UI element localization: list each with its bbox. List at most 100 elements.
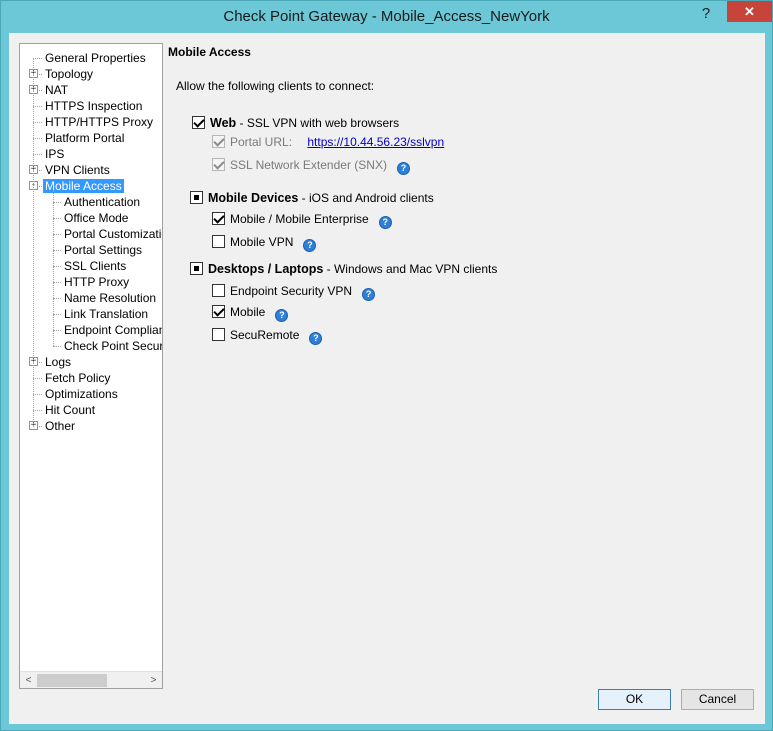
tree-item-label: Link Translation (64, 307, 149, 321)
tree-horizontal-scrollbar[interactable]: < > (20, 671, 162, 688)
mobile-option[interactable]: Mobile? (212, 304, 289, 322)
endpoint-security-vpn-option[interactable]: Endpoint Security VPN? (212, 283, 376, 301)
ok-button[interactable]: OK (598, 689, 671, 710)
help-button[interactable]: ? (691, 4, 721, 24)
tree-item[interactable]: Mobile Access (43, 178, 124, 194)
web-checkbox[interactable] (192, 116, 205, 129)
mobile-devices-description: - iOS and Android clients (298, 191, 434, 205)
desktops-description: - Windows and Mac VPN clients (323, 262, 498, 276)
tree-item[interactable]: NAT (43, 82, 70, 98)
tree-item-label: General Properties (45, 51, 146, 65)
tree-item[interactable]: Link Translation (62, 306, 150, 322)
tree-connector (33, 154, 42, 155)
tree-item-label: Logs (45, 355, 72, 369)
tree-item-label: VPN Clients (45, 163, 110, 177)
tree-item-label: Portal Customizatio (64, 227, 163, 241)
tree-item[interactable]: Hit Count (43, 402, 97, 418)
tree-item-label: Check Point Secur (64, 339, 163, 353)
portal-url-option: Portal URL: https://10.44.56.23/sslvpn (212, 134, 444, 150)
page-title: Mobile Access (168, 45, 251, 59)
endpoint-security-vpn-label: Endpoint Security VPN (230, 284, 353, 298)
help-icon[interactable]: ? (303, 239, 317, 252)
tree-connector (33, 122, 42, 123)
dialog-body: < > General Properties Topology + NAT + HTTPS… (9, 33, 765, 724)
web-option[interactable]: Web - SSL VPN with web browsers (192, 115, 399, 131)
tree-item[interactable]: General Properties (43, 50, 148, 66)
web-description: - SSL VPN with web browsers (236, 116, 400, 130)
help-icon[interactable]: ? (275, 309, 289, 322)
mobile-devices-option[interactable]: Mobile Devices - iOS and Android clients (190, 190, 434, 206)
tree-item[interactable]: Endpoint Complian (62, 322, 163, 338)
securemote-label: SecuRemote (230, 328, 300, 342)
securemote-option[interactable]: SecuRemote? (212, 327, 323, 345)
cancel-button[interactable]: Cancel (681, 689, 754, 710)
tree-item-label: Name Resolution (64, 291, 157, 305)
navigation-tree[interactable]: < > General Properties Topology + NAT + HTTPS… (19, 43, 163, 689)
help-icon[interactable]: ? (309, 332, 323, 345)
scroll-left-arrow-icon[interactable]: < (20, 672, 37, 688)
tree-item[interactable]: HTTP Proxy (62, 274, 131, 290)
desktops-label: Desktops / Laptops (208, 262, 324, 276)
tree-item[interactable]: Office Mode (62, 210, 130, 226)
portal-url-link[interactable]: https://10.44.56.23/sslvpn (307, 135, 444, 149)
mobile-vpn-checkbox[interactable] (212, 235, 225, 248)
tree-item[interactable]: Portal Settings (62, 242, 144, 258)
tree-connector (53, 282, 61, 283)
tree-item[interactable]: Optimizations (43, 386, 120, 402)
tree-item-label: Office Mode (64, 211, 129, 225)
tree-connector (53, 314, 61, 315)
mobile-devices-label: Mobile Devices (208, 191, 299, 205)
tree-item[interactable]: Fetch Policy (43, 370, 112, 386)
tree-item[interactable]: VPN Clients (43, 162, 112, 178)
tree-item-label: Endpoint Complian (64, 323, 163, 337)
securemote-checkbox[interactable] (212, 328, 225, 341)
tree-connector (33, 410, 42, 411)
tree-item[interactable]: Other (43, 418, 77, 434)
tree-item[interactable]: Check Point Secur (62, 338, 163, 354)
mobile-checkbox[interactable] (212, 305, 225, 318)
tree-connector (33, 58, 34, 426)
scroll-right-arrow-icon[interactable]: > (145, 672, 162, 688)
tree-item[interactable]: Portal Customizatio (62, 226, 163, 242)
endpoint-security-vpn-checkbox[interactable] (212, 284, 225, 297)
tree-item[interactable]: HTTPS Inspection (43, 98, 144, 114)
tree-item-label: Platform Portal (45, 131, 125, 145)
mobile-enterprise-option[interactable]: Mobile / Mobile Enterprise? (212, 211, 392, 229)
scrollbar-thumb[interactable] (37, 674, 107, 687)
tree-connector (53, 298, 61, 299)
tree-item[interactable]: Logs (43, 354, 73, 370)
web-label: Web (210, 116, 237, 130)
mobile-devices-checkbox[interactable] (190, 191, 203, 204)
help-icon[interactable]: ? (396, 162, 410, 175)
tree-item-label: SSL Clients (64, 259, 127, 273)
desktops-option[interactable]: Desktops / Laptops - Windows and Mac VPN… (190, 261, 497, 277)
tree-item[interactable]: Platform Portal (43, 130, 126, 146)
tree-connector (53, 190, 54, 346)
tree-item-label: HTTPS Inspection (45, 99, 143, 113)
tree-item[interactable]: Name Resolution (62, 290, 158, 306)
tree-connector (53, 218, 61, 219)
dialog-window: Check Point Gateway - Mobile_Access_NewY… (0, 0, 773, 731)
intro-text: Allow the following clients to connect: (176, 79, 375, 93)
help-icon[interactable]: ? (378, 216, 392, 229)
mobile-vpn-option[interactable]: Mobile VPN? (212, 234, 317, 252)
tree-connector (33, 138, 42, 139)
mobile-vpn-label: Mobile VPN (230, 235, 294, 249)
tree-item[interactable]: SSL Clients (62, 258, 128, 274)
mobile-label: Mobile (230, 305, 266, 319)
tree-item-label: HTTP Proxy (64, 275, 130, 289)
tree-item[interactable]: HTTP/HTTPS Proxy (43, 114, 155, 130)
tree-item[interactable]: Topology (43, 66, 95, 82)
tree-connector (33, 106, 42, 107)
mobile-enterprise-checkbox[interactable] (212, 212, 225, 225)
tree-connector (53, 266, 61, 267)
help-icon[interactable]: ? (362, 288, 376, 301)
title-bar: Check Point Gateway - Mobile_Access_NewY… (1, 1, 772, 33)
window-title: Check Point Gateway - Mobile_Access_NewY… (223, 8, 550, 25)
tree-item[interactable]: Authentication (62, 194, 142, 210)
tree-item[interactable]: IPS (43, 146, 66, 162)
tree-connector (53, 346, 61, 347)
close-button[interactable]: ✕ (727, 1, 772, 22)
desktops-checkbox[interactable] (190, 262, 203, 275)
mobile-enterprise-label: Mobile / Mobile Enterprise (230, 212, 369, 226)
